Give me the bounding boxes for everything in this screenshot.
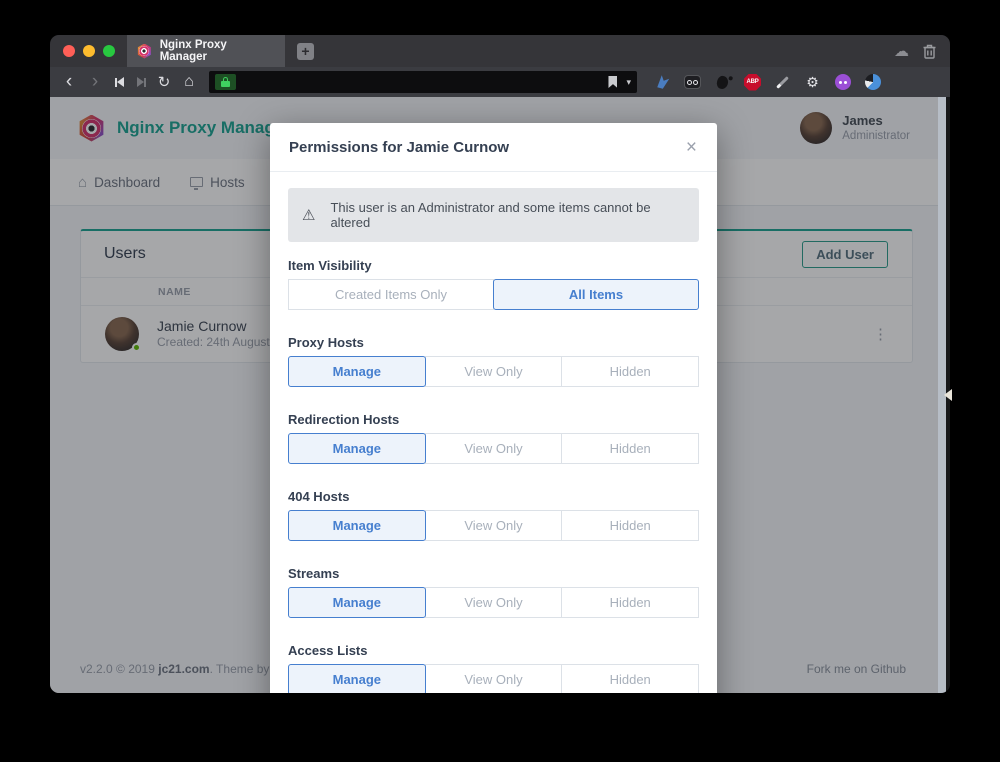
extension-mask-icon[interactable] (684, 74, 701, 91)
proxy-hosts-manage[interactable]: Manage (288, 356, 426, 387)
streams-view-only[interactable]: View Only (425, 587, 563, 618)
streams-label: Streams (288, 566, 699, 581)
reload-icon[interactable]: ↻ (155, 73, 173, 91)
minimize-window-button[interactable] (83, 45, 95, 57)
access-lists-label: Access Lists (288, 643, 699, 658)
alert-text: This user is an Administrator and some i… (330, 200, 685, 230)
tab-bar: Nginx Proxy Manager + ☁ (50, 35, 950, 67)
warning-icon: ⚠ (302, 206, 315, 224)
proxy-hosts-hidden[interactable]: Hidden (561, 356, 699, 387)
window-controls (50, 45, 127, 57)
modal-title: Permissions for Jamie Curnow (289, 139, 509, 156)
close-window-button[interactable] (63, 45, 75, 57)
window-edge-arrow[interactable] (944, 389, 952, 401)
browser-toolbar: ‹ › ↻ ⌂ ▾ ABP ⚙ (50, 67, 950, 97)
close-icon[interactable]: × (686, 141, 697, 155)
tab-favicon-npm-logo (137, 44, 152, 59)
browser-window: Nginx Proxy Manager + ☁ ‹ › ↻ ⌂ ▾ AB (50, 35, 950, 693)
404-hosts-view-only[interactable]: View Only (425, 510, 563, 541)
back-icon[interactable]: ‹ (59, 69, 79, 95)
zoom-window-button[interactable] (103, 45, 115, 57)
extension-footprint-icon[interactable] (714, 74, 731, 91)
forward-icon[interactable]: › (85, 69, 105, 95)
option-all-items[interactable]: All Items (493, 279, 699, 310)
redirection-hosts-label: Redirection Hosts (288, 412, 699, 427)
home-icon[interactable]: ⌂ (179, 73, 199, 91)
streams-manage[interactable]: Manage (288, 587, 426, 618)
skip-back-icon[interactable] (111, 77, 127, 87)
extension-purple-app-icon[interactable] (834, 74, 851, 91)
permissions-modal: Permissions for Jamie Curnow × ⚠ This us… (270, 123, 717, 693)
item-visibility-label: Item Visibility (288, 258, 699, 273)
url-bar[interactable]: ▾ (209, 71, 637, 93)
redirection-hosts-options: Manage View Only Hidden (288, 433, 699, 464)
404-hosts-manage[interactable]: Manage (288, 510, 426, 541)
skip-forward-icon[interactable] (133, 77, 149, 87)
extension-bird-icon[interactable] (654, 74, 671, 91)
item-visibility-options: Created Items Only All Items (288, 279, 699, 310)
extension-gear-icon[interactable]: ⚙ (804, 74, 821, 91)
404-hosts-options: Manage View Only Hidden (288, 510, 699, 541)
page-viewport: Nginx Proxy Manager James Administrator … (50, 97, 950, 693)
cloud-sync-icon[interactable]: ☁ (894, 42, 909, 60)
access-lists-manage[interactable]: Manage (288, 664, 426, 693)
admin-alert: ⚠ This user is an Administrator and some… (288, 188, 699, 242)
extension-gnome-icon[interactable] (864, 74, 881, 91)
streams-options: Manage View Only Hidden (288, 587, 699, 618)
trash-icon[interactable] (923, 44, 936, 59)
proxy-hosts-options: Manage View Only Hidden (288, 356, 699, 387)
extension-adblock-icon[interactable]: ABP (744, 74, 761, 91)
404-hosts-label: 404 Hosts (288, 489, 699, 504)
extension-icons: ABP ⚙ (654, 74, 881, 91)
chevron-down-icon[interactable]: ▾ (626, 77, 631, 88)
new-tab-button[interactable]: + (297, 43, 314, 60)
proxy-hosts-view-only[interactable]: View Only (425, 356, 563, 387)
streams-hidden[interactable]: Hidden (561, 587, 699, 618)
bookmark-icon[interactable] (608, 76, 617, 88)
access-lists-options: Manage View Only Hidden (288, 664, 699, 693)
redirection-hosts-manage[interactable]: Manage (288, 433, 426, 464)
option-created-items-only[interactable]: Created Items Only (288, 279, 494, 310)
extension-color-picker-icon[interactable] (774, 74, 791, 91)
browser-tab[interactable]: Nginx Proxy Manager (127, 35, 285, 67)
tab-title: Nginx Proxy Manager (160, 39, 275, 63)
access-lists-view-only[interactable]: View Only (425, 664, 563, 693)
redirection-hosts-view-only[interactable]: View Only (425, 433, 563, 464)
access-lists-hidden[interactable]: Hidden (561, 664, 699, 693)
proxy-hosts-label: Proxy Hosts (288, 335, 699, 350)
padlock-icon[interactable] (215, 74, 236, 90)
redirection-hosts-hidden[interactable]: Hidden (561, 433, 699, 464)
404-hosts-hidden[interactable]: Hidden (561, 510, 699, 541)
